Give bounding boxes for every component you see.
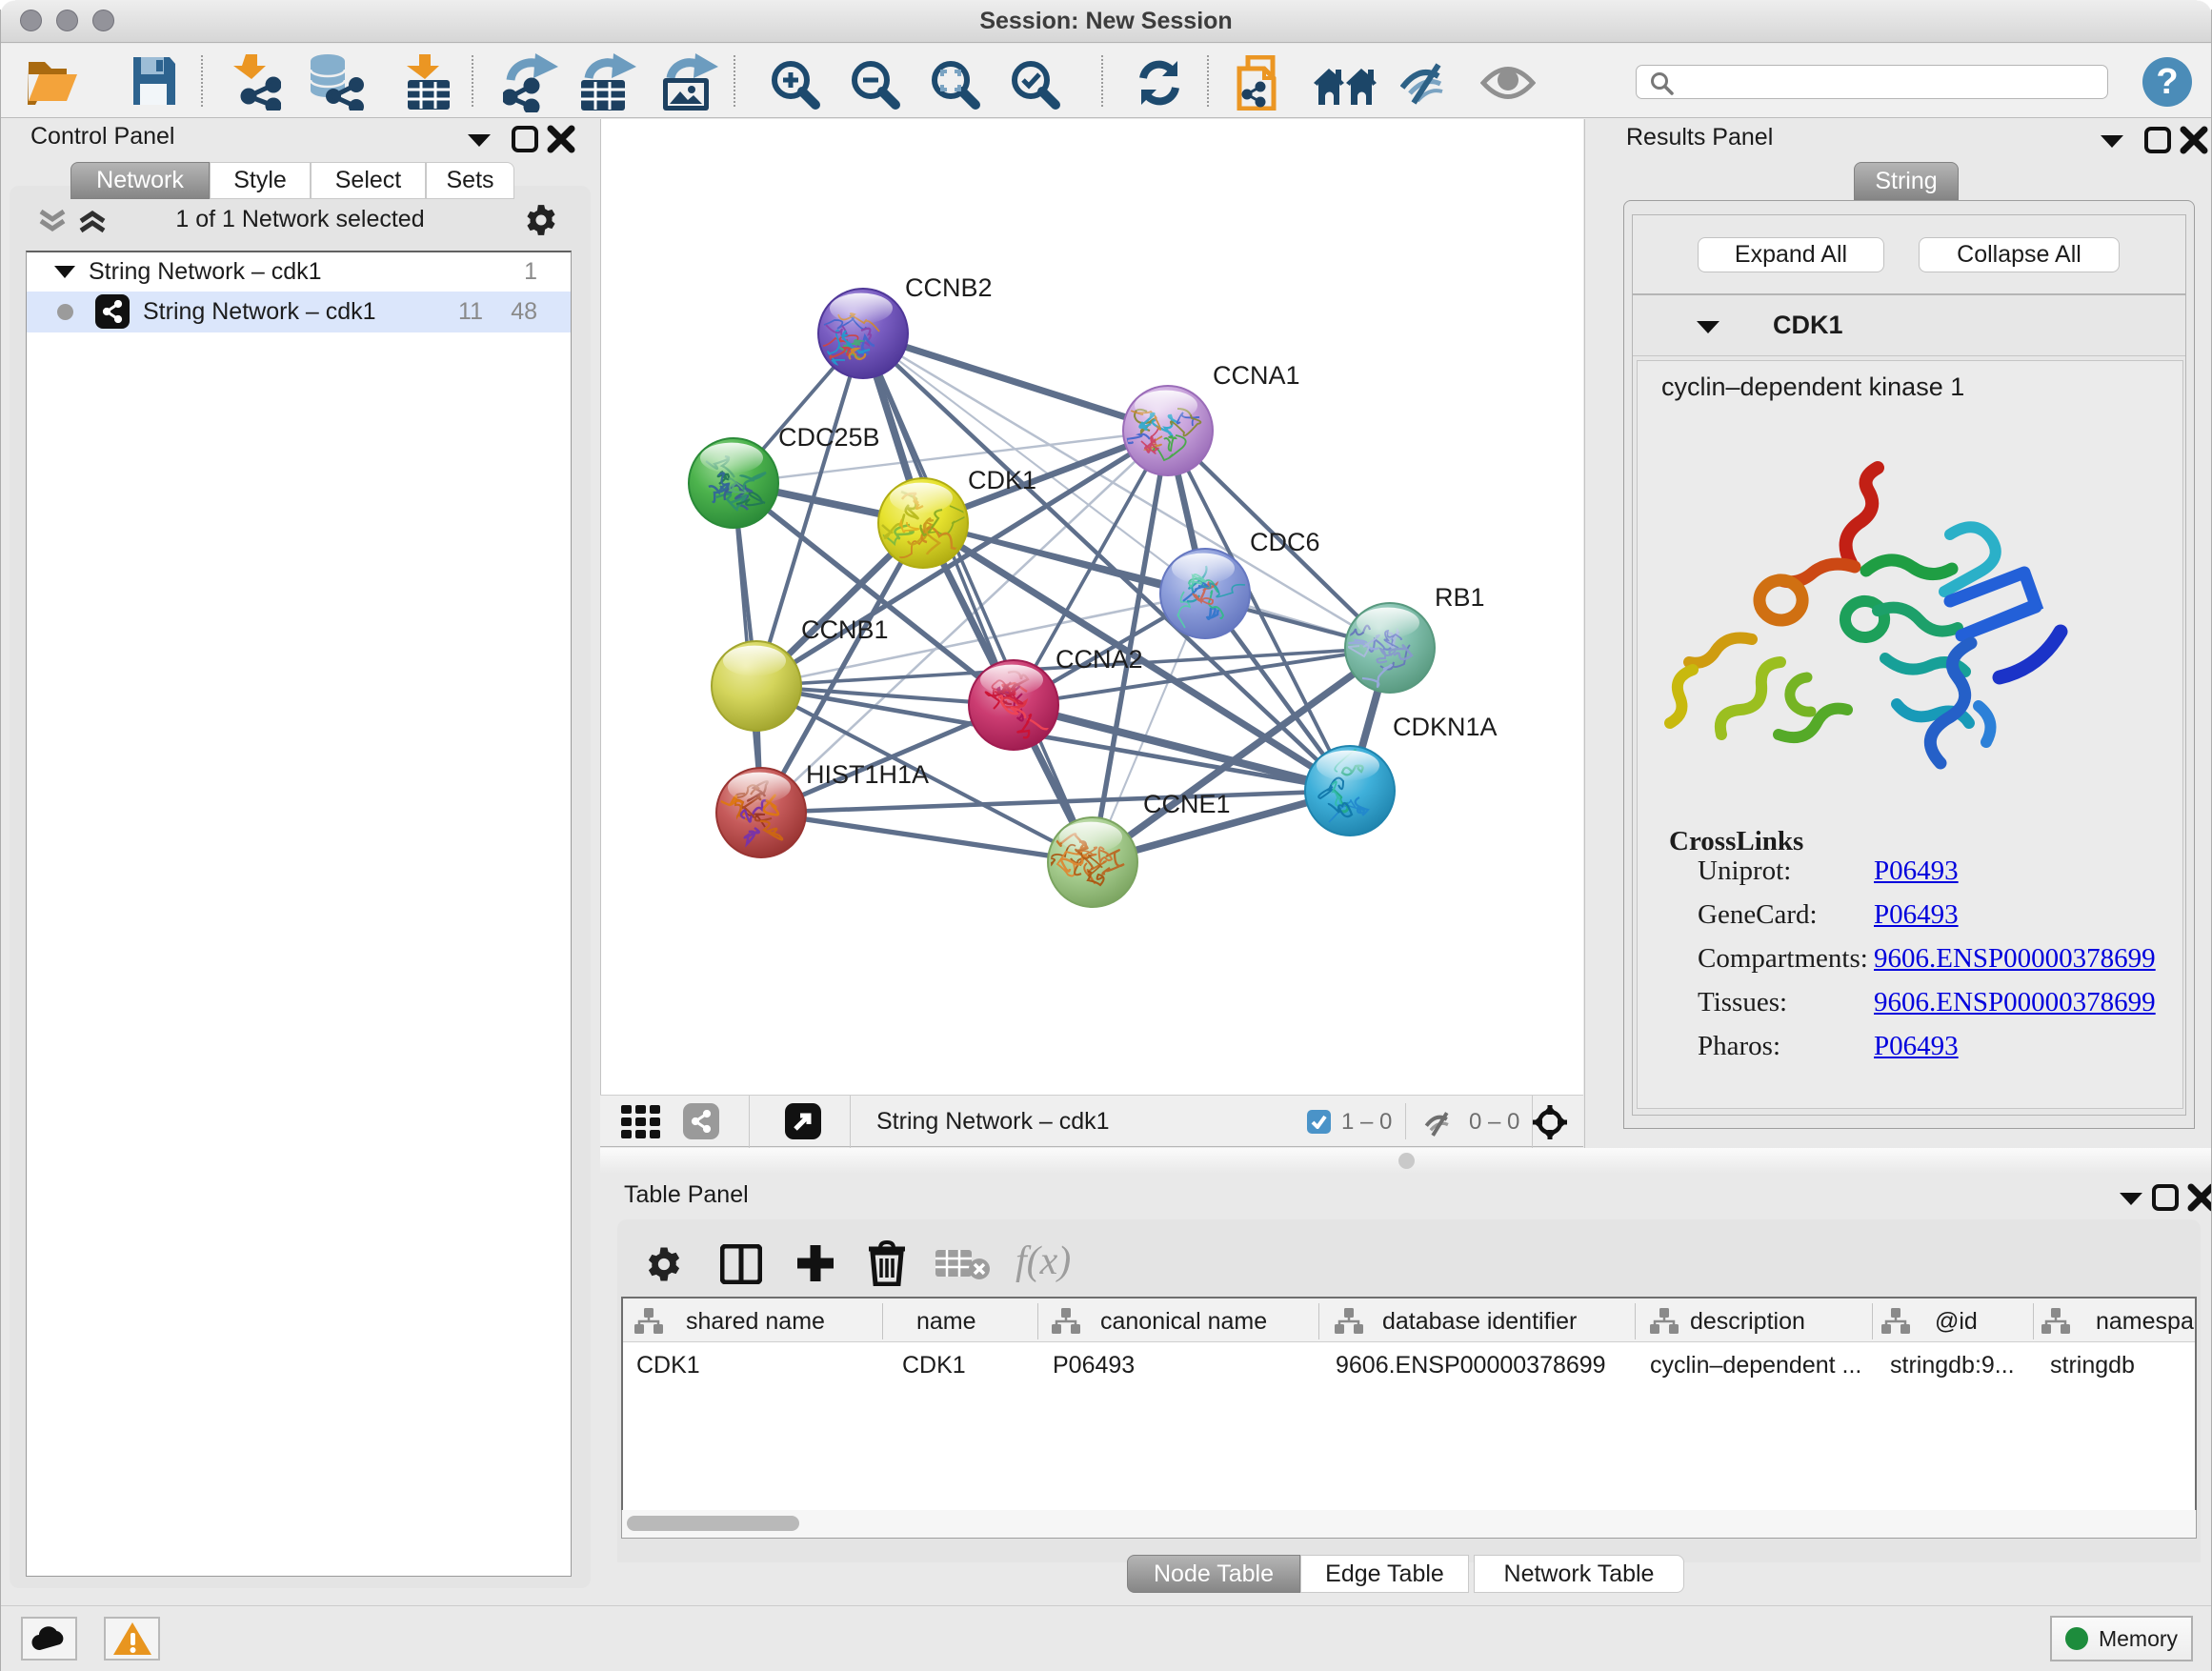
svg-text:CCNE1: CCNE1	[1143, 790, 1231, 818]
svg-text:CDC25B: CDC25B	[778, 423, 880, 452]
svg-text:CCNA1: CCNA1	[1213, 361, 1300, 390]
svg-text:CDC6: CDC6	[1250, 528, 1320, 556]
svg-text:HIST1H1A: HIST1H1A	[806, 760, 929, 789]
svg-text:CCNA2: CCNA2	[1056, 645, 1143, 674]
svg-text:CCNB1: CCNB1	[801, 615, 889, 644]
svg-text:CDK1: CDK1	[968, 466, 1036, 494]
svg-text:CDKN1A: CDKN1A	[1393, 713, 1498, 741]
svg-text:RB1: RB1	[1435, 583, 1485, 612]
svg-text:CCNB2: CCNB2	[905, 273, 993, 302]
